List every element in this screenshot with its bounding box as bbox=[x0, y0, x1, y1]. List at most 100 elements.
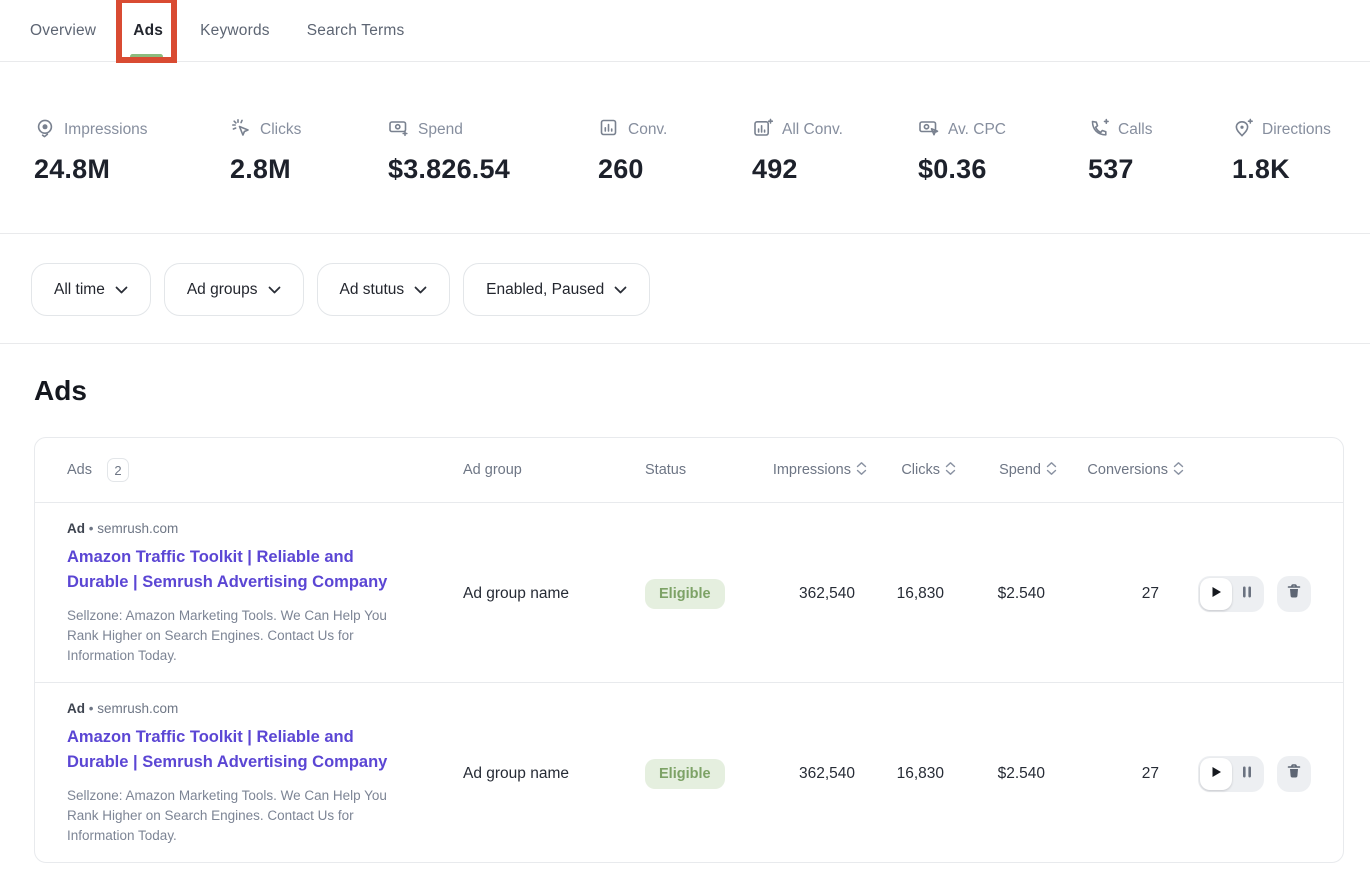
metric-label: Clicks bbox=[260, 121, 301, 139]
filter-ad-status[interactable]: Ad stutus bbox=[317, 263, 451, 316]
play-button[interactable] bbox=[1200, 578, 1232, 610]
delete-button[interactable] bbox=[1277, 756, 1311, 792]
filter-label: Enabled, Paused bbox=[486, 281, 604, 299]
phone-plus-icon bbox=[1088, 117, 1110, 144]
ad-cell: Ad • semrush.com Amazon Traffic Toolkit … bbox=[67, 521, 463, 666]
pause-button[interactable] bbox=[1232, 578, 1262, 610]
metric-avg-cpc: Av. CPC $0.36 bbox=[918, 118, 1088, 185]
metric-label: Impressions bbox=[64, 121, 148, 139]
pause-button[interactable] bbox=[1232, 758, 1262, 790]
filter-label: Ad stutus bbox=[340, 281, 405, 299]
metric-directions: Directions 1.8K bbox=[1232, 118, 1370, 185]
tab-overview[interactable]: Overview bbox=[30, 22, 96, 40]
metric-clicks: Clicks 2.8M bbox=[230, 118, 388, 185]
metric-label: Directions bbox=[1262, 121, 1331, 139]
click-icon bbox=[230, 117, 252, 144]
metric-spend: Spend $3.826.54 bbox=[388, 118, 598, 185]
tab-keywords[interactable]: Keywords bbox=[200, 22, 270, 40]
filter-ad-groups[interactable]: Ad groups bbox=[164, 263, 304, 316]
metric-label: Av. CPC bbox=[948, 121, 1006, 139]
play-button[interactable] bbox=[1200, 758, 1232, 790]
table-row: Ad • semrush.com Amazon Traffic Toolkit … bbox=[35, 502, 1343, 682]
column-header-ads: Ads 2 bbox=[67, 458, 463, 482]
header-label: Status bbox=[645, 462, 686, 478]
tab-search-terms[interactable]: Search Terms bbox=[307, 22, 405, 40]
active-tab-underline bbox=[130, 54, 163, 59]
column-header-clicks[interactable]: Clicks bbox=[867, 461, 956, 480]
column-header-impressions[interactable]: Impressions bbox=[765, 461, 867, 480]
ad-title-link[interactable]: Amazon Traffic Toolkit | Reliable and Du… bbox=[67, 545, 399, 595]
metric-value: 1.8K bbox=[1232, 154, 1370, 185]
table-row: Ad • semrush.com Amazon Traffic Toolkit … bbox=[35, 682, 1343, 862]
bar-chart-icon bbox=[598, 117, 620, 144]
filter-time-range[interactable]: All time bbox=[31, 263, 151, 316]
metric-impressions: Impressions 24.8M bbox=[34, 118, 230, 185]
impressions-cell: 362,540 bbox=[765, 765, 867, 783]
ad-separator: • bbox=[89, 521, 94, 536]
clicks-cell: 16,830 bbox=[867, 765, 956, 783]
ad-meta: Ad • semrush.com bbox=[67, 701, 463, 716]
status-cell: Eligible bbox=[645, 579, 765, 609]
table-header-row: Ads 2 Ad group Status Impressions Clicks… bbox=[35, 438, 1343, 502]
metric-value: 24.8M bbox=[34, 154, 230, 185]
ad-group-cell: Ad group name bbox=[463, 585, 645, 603]
ad-cell: Ad • semrush.com Amazon Traffic Toolkit … bbox=[67, 701, 463, 846]
play-pause-toggle bbox=[1198, 756, 1264, 792]
ad-description: Sellzone: Amazon Marketing Tools. We Can… bbox=[67, 606, 389, 666]
column-header-status: Status bbox=[645, 462, 765, 478]
status-badge: Eligible bbox=[645, 579, 725, 609]
pin-plus-icon bbox=[1232, 117, 1254, 144]
sort-icon bbox=[1046, 461, 1057, 480]
filter-label: Ad groups bbox=[187, 281, 258, 299]
pause-icon bbox=[1242, 765, 1252, 783]
money-plus-icon bbox=[388, 117, 410, 144]
filters-row: All time Ad groups Ad stutus Enabled, Pa… bbox=[0, 234, 1370, 344]
play-pause-toggle bbox=[1198, 576, 1264, 612]
ads-count-badge: 2 bbox=[107, 458, 129, 482]
header-label: Impressions bbox=[773, 462, 851, 478]
sort-icon bbox=[945, 461, 956, 480]
page-title: Ads bbox=[34, 375, 1336, 407]
header-label: Spend bbox=[999, 462, 1041, 478]
status-cell: Eligible bbox=[645, 759, 765, 789]
play-icon bbox=[1211, 585, 1222, 603]
ad-domain: semrush.com bbox=[97, 521, 178, 536]
chevron-down-icon bbox=[414, 281, 427, 299]
ad-badge: Ad bbox=[67, 701, 85, 716]
metric-label: Spend bbox=[418, 121, 463, 139]
pause-icon bbox=[1242, 585, 1252, 603]
metric-label: All Conv. bbox=[782, 121, 843, 139]
impressions-cell: 362,540 bbox=[765, 585, 867, 603]
metric-value: 492 bbox=[752, 154, 918, 185]
chevron-down-icon bbox=[614, 281, 627, 299]
metric-all-conversions: All Conv. 492 bbox=[752, 118, 918, 185]
column-header-spend[interactable]: Spend bbox=[956, 461, 1057, 480]
metric-value: $0.36 bbox=[918, 154, 1088, 185]
filter-enabled-paused[interactable]: Enabled, Paused bbox=[463, 263, 650, 316]
ad-meta: Ad • semrush.com bbox=[67, 521, 463, 536]
spend-cell: $2.540 bbox=[956, 585, 1057, 603]
tab-ads[interactable]: Ads bbox=[133, 22, 163, 39]
filter-label: All time bbox=[54, 281, 105, 299]
delete-button[interactable] bbox=[1277, 576, 1311, 612]
ad-title-link[interactable]: Amazon Traffic Toolkit | Reliable and Du… bbox=[67, 725, 399, 775]
ads-table-card: Ads 2 Ad group Status Impressions Clicks… bbox=[34, 437, 1344, 863]
spend-cell: $2.540 bbox=[956, 765, 1057, 783]
metric-label: Calls bbox=[1118, 121, 1152, 139]
header-label: Ads bbox=[67, 462, 92, 478]
row-actions bbox=[1184, 576, 1311, 612]
ad-domain: semrush.com bbox=[97, 701, 178, 716]
ad-separator: • bbox=[89, 701, 94, 716]
header-label: Conversions bbox=[1087, 462, 1168, 478]
clicks-cell: 16,830 bbox=[867, 585, 956, 603]
trash-icon bbox=[1286, 583, 1302, 604]
header-label: Ad group bbox=[463, 462, 522, 478]
eye-icon bbox=[34, 117, 56, 144]
metric-value: 2.8M bbox=[230, 154, 388, 185]
trash-icon bbox=[1286, 763, 1302, 784]
conversions-cell: 27 bbox=[1057, 585, 1184, 603]
column-header-conversions[interactable]: Conversions bbox=[1057, 461, 1184, 480]
ad-group-cell: Ad group name bbox=[463, 765, 645, 783]
tab-bar: Overview Ads Keywords Search Terms bbox=[0, 0, 1370, 62]
metric-conversions: Conv. 260 bbox=[598, 118, 752, 185]
